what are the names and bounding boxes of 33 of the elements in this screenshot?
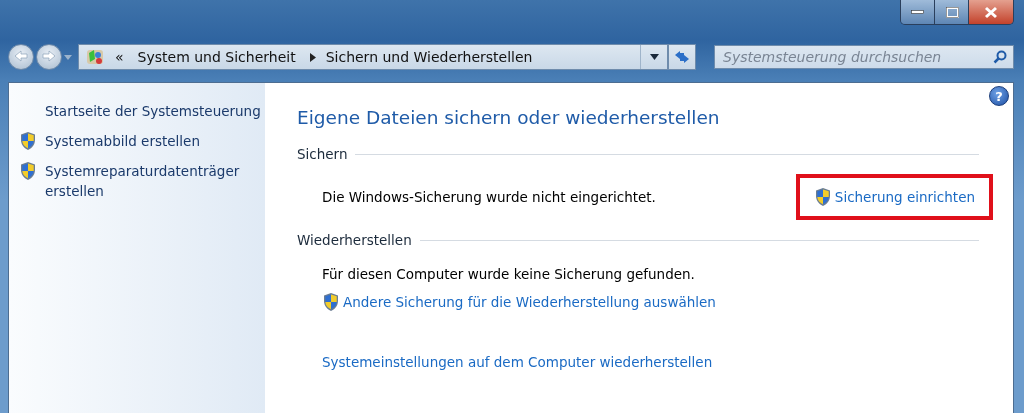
breadcrumb[interactable]: System und Sicherheit xyxy=(137,49,296,65)
forward-arrow-icon xyxy=(42,49,56,62)
section-heading: Wiederherstellen xyxy=(297,232,412,248)
dropdown-arrow-icon xyxy=(649,54,659,60)
address-bar[interactable]: « System und Sicherheit Sichern und Wiederherstellen xyxy=(78,44,668,70)
control-panel-icon xyxy=(85,47,105,67)
breadcrumb[interactable]: Sichern und Wiederherstellen xyxy=(325,49,533,65)
minimize-icon xyxy=(911,10,924,14)
page-title: Eigene Dateien sichern oder wiederherstellen xyxy=(297,107,721,128)
maximize-icon xyxy=(943,5,960,19)
back-button[interactable] xyxy=(8,44,34,70)
sidebar-link[interactable]: Systemreparaturdatenträger erstellen xyxy=(45,161,265,201)
section-heading: Sichern xyxy=(297,146,348,162)
refresh-icon xyxy=(674,50,690,64)
overflow-chevron[interactable]: « xyxy=(115,49,124,65)
chevron-right-icon xyxy=(309,52,316,62)
back-arrow-icon xyxy=(14,49,28,62)
forward-button[interactable] xyxy=(36,44,62,70)
action-link[interactable]: Sicherung einrichten xyxy=(795,174,993,220)
sidebar-link[interactable]: Systemabbild erstellen xyxy=(45,131,200,151)
search-field[interactable]: Systemsteuerung durchsuchen xyxy=(714,45,1014,69)
refresh-button[interactable] xyxy=(668,44,696,70)
search-icon xyxy=(993,50,1007,64)
sidebar-link[interactable]: Startseite der Systemsteuerung xyxy=(45,101,261,121)
status-text: Für diesen Computer wurde keine Sicherung gefunden. xyxy=(322,266,695,282)
dropdown-arrow-icon xyxy=(64,54,72,60)
minimize-button[interactable] xyxy=(901,0,935,24)
action-link[interactable]: Andere Sicherung für die Wiederherstellung auswählen xyxy=(322,292,716,312)
close-button[interactable] xyxy=(969,0,1013,24)
maximize-button[interactable] xyxy=(935,0,969,24)
action-link[interactable]: Systemeinstellungen auf dem Computer wiederherstellen xyxy=(322,354,979,370)
status-text: Die Windows-Sicherung wurde nicht eingerichtet. xyxy=(322,189,656,205)
close-icon xyxy=(983,5,999,19)
